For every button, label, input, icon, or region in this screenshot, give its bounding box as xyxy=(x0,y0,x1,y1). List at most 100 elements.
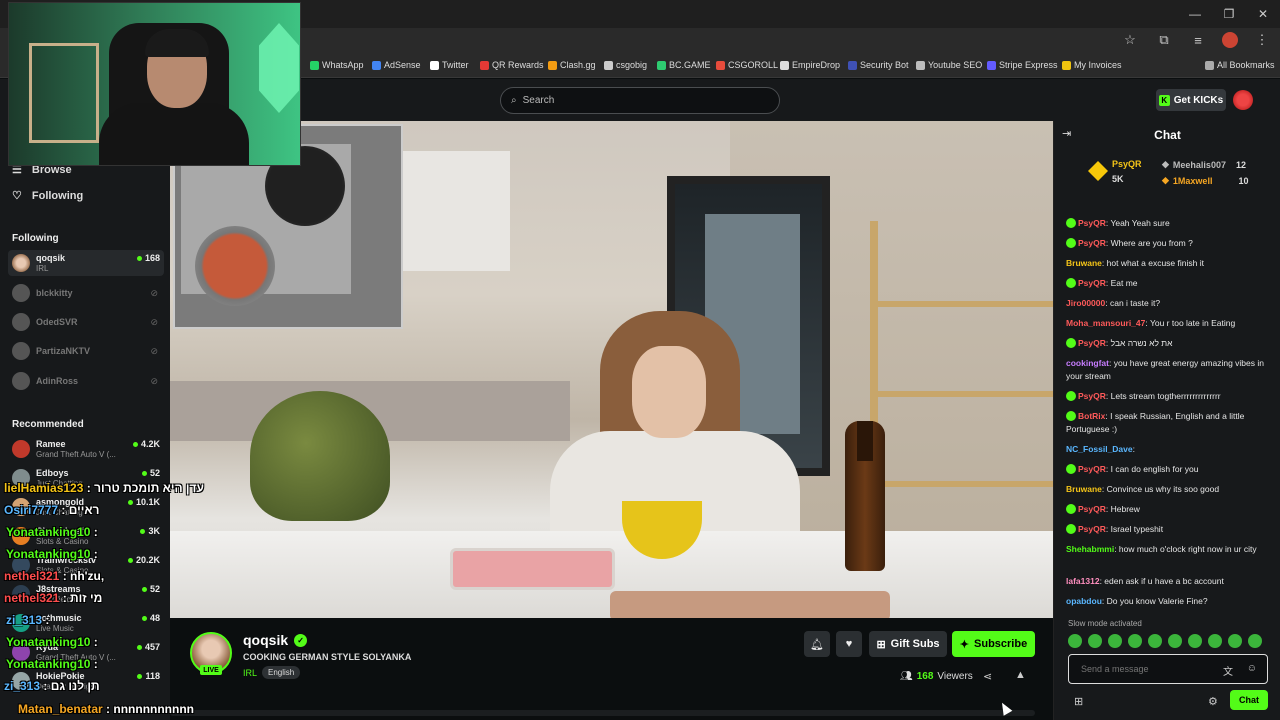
overlay-chat-username: zi_313 xyxy=(4,679,41,693)
bookmark-item[interactable]: QR Rewards xyxy=(480,60,544,70)
get-kicks-button[interactable]: K Get KICKs xyxy=(1156,89,1226,111)
gifter-name: Meehalis007 xyxy=(1172,159,1226,170)
sidebar-channel-qoqsik[interactable]: qoqsik IRL 168 xyxy=(8,250,164,276)
gift-icon[interactable]: ⊞ xyxy=(1074,695,1083,708)
emote-icon[interactable] xyxy=(1208,634,1222,648)
chat-username[interactable]: BotRix xyxy=(1078,411,1105,421)
top-gifter[interactable]: ◆ 1Maxwell 10 xyxy=(1162,175,1248,186)
emoji-icon[interactable]: ☺ xyxy=(1247,663,1257,674)
bookmark-item[interactable]: Clash.gg xyxy=(548,60,596,70)
sidebar-channel-offline[interactable]: OdedSVR ⊘ xyxy=(8,309,164,335)
bookmark-item[interactable]: My Invoices xyxy=(1062,60,1122,70)
viewer-count: 168 xyxy=(136,253,160,263)
emote-icon[interactable] xyxy=(1168,634,1182,648)
emote-icon[interactable] xyxy=(1188,634,1202,648)
notification-button[interactable]: 🔔︎ xyxy=(804,631,830,657)
chat-message: PsyQR: Where are you from ? xyxy=(1066,237,1271,250)
chat-username[interactable]: PsyQR xyxy=(1078,338,1106,348)
video-player[interactable] xyxy=(170,121,1053,618)
live-dot xyxy=(141,615,147,621)
bookmark-item[interactable]: WhatsApp xyxy=(310,60,364,70)
chat-username[interactable]: PsyQR xyxy=(1078,238,1106,248)
minimize-icon[interactable]: — xyxy=(1178,0,1212,28)
top-gifter[interactable]: PsyQR xyxy=(1112,159,1142,169)
live-badge: LIVE xyxy=(200,665,222,675)
viewer-count: 10.1K xyxy=(127,497,160,507)
menu-kebab-icon[interactable]: ⋮ xyxy=(1252,32,1272,48)
chat-username[interactable]: Bruwane xyxy=(1066,258,1102,268)
extensions-icon[interactable]: ⧉ xyxy=(1154,32,1174,48)
user-avatar[interactable] xyxy=(1233,90,1253,110)
chat-username[interactable]: PsyQR xyxy=(1078,278,1106,288)
emote-icon[interactable] xyxy=(1128,634,1142,648)
bookmark-item[interactable]: Twitter xyxy=(430,60,469,70)
avatar xyxy=(12,254,30,272)
gear-icon[interactable]: ⚙ xyxy=(1208,695,1218,708)
chat-username[interactable]: Shehabmmi xyxy=(1066,544,1114,554)
chat-username[interactable]: Moha_mansouri_47 xyxy=(1066,318,1145,328)
reading-list-icon[interactable]: ≡ xyxy=(1188,33,1208,48)
send-chat-button[interactable]: Chat xyxy=(1230,690,1268,710)
close-icon[interactable]: ✕ xyxy=(1246,0,1280,28)
chat-text: You r too late in Eating xyxy=(1149,318,1236,328)
emote-icon[interactable] xyxy=(1108,634,1122,648)
chat-message-input[interactable] xyxy=(1081,664,1211,674)
badge-icon xyxy=(1066,391,1076,401)
emote-icon[interactable] xyxy=(1228,634,1242,648)
bookmark-favicon-icon xyxy=(1062,60,1071,70)
bookmark-star-icon[interactable]: ☆ xyxy=(1120,32,1140,48)
sidebar-channel-offline[interactable]: blckkitty ⊘ xyxy=(8,280,164,306)
search-box[interactable]: ⌕ Search xyxy=(500,87,780,114)
emote-icon[interactable] xyxy=(1068,634,1082,648)
video-scene xyxy=(450,548,615,590)
nav-following[interactable]: ♡ Following xyxy=(12,189,83,203)
streamer-name[interactable]: qoqsik ✓ xyxy=(243,632,308,648)
chat-username[interactable]: PsyQR xyxy=(1078,524,1106,534)
overlay-chat-text: : xyxy=(90,635,98,649)
maximize-icon[interactable]: ❐ xyxy=(1212,0,1246,28)
gift-subs-button[interactable]: ⊞ Gift Subs xyxy=(869,631,947,657)
bookmark-item[interactable]: BC.GAME xyxy=(657,60,711,70)
bookmark-item[interactable]: csgobig xyxy=(604,60,647,70)
chat-text: Convince us why its soo good xyxy=(1106,484,1220,494)
chat-text: Yeah Yeah sure xyxy=(1110,218,1170,228)
stream-category[interactable]: IRL xyxy=(243,668,257,678)
chat-username[interactable]: PsyQR xyxy=(1078,391,1106,401)
chat-username[interactable]: opabdou xyxy=(1066,596,1102,606)
bookmark-item[interactable]: Youtube SEO xyxy=(916,60,982,70)
sidebar-channel-offline[interactable]: PartizaNKTV ⊘ xyxy=(8,338,164,364)
chat-username[interactable]: lafa1312 xyxy=(1066,576,1100,586)
bookmark-label: csgobig xyxy=(616,60,648,70)
profile-avatar[interactable] xyxy=(1222,32,1238,48)
horizontal-scrollbar[interactable] xyxy=(170,710,1035,716)
chat-username[interactable]: PsyQR xyxy=(1078,464,1106,474)
bookmark-item[interactable]: Stripe Express xyxy=(987,60,1058,70)
bookmark-item[interactable]: AdSense xyxy=(372,60,421,70)
overlay-chat-username: lielHamias123 xyxy=(4,481,84,495)
chat-username[interactable]: NC_Fossil_Dave xyxy=(1066,444,1133,454)
bookmark-item[interactable]: EmpireDrop xyxy=(780,60,840,70)
chat-username[interactable]: Jiro00000 xyxy=(1066,298,1105,308)
chat-username[interactable]: Bruwane xyxy=(1066,484,1102,494)
bookmark-item[interactable]: All Bookmarks xyxy=(1205,60,1275,70)
emote-icon[interactable] xyxy=(1248,634,1262,648)
chat-username[interactable]: PsyQR xyxy=(1078,504,1106,514)
bookmark-item[interactable]: CSGOROLL xyxy=(716,60,778,70)
diamond-icon: ◆ xyxy=(1162,159,1169,169)
top-gifter[interactable]: ◆ Meehalis007 12 xyxy=(1162,159,1246,170)
sidebar-channel-recommended[interactable]: Ramee Grand Theft Auto V (... 4.2K xyxy=(8,436,164,462)
emote-icon[interactable] xyxy=(1088,634,1102,648)
language-tag[interactable]: English xyxy=(262,666,301,679)
chat-username[interactable]: cookingfat xyxy=(1066,358,1109,368)
report-icon[interactable]: ▲ xyxy=(1015,669,1026,681)
subscribe-button[interactable]: ✦ Subscribe xyxy=(952,631,1035,657)
chat-message: PsyQR: I can do english for you xyxy=(1066,463,1271,476)
follow-button[interactable]: ♥ xyxy=(836,631,862,657)
chat-username[interactable]: PsyQR xyxy=(1078,218,1106,228)
bookmark-favicon-icon xyxy=(372,60,381,70)
sidebar-channel-offline[interactable]: AdinRoss ⊘ xyxy=(8,368,164,394)
bookmark-item[interactable]: Security Bot xyxy=(848,60,909,70)
share-icon[interactable]: ⋖ xyxy=(983,670,992,683)
emote-icon[interactable] xyxy=(1148,634,1162,648)
translate-icon[interactable]: 文 xyxy=(1223,663,1233,678)
